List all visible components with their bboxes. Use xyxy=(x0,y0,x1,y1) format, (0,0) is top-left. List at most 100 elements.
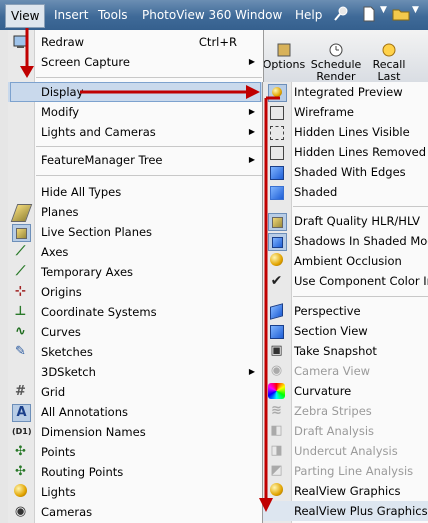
menu-item-label: Grid xyxy=(41,385,66,399)
recall-last-label: Recall Last xyxy=(372,58,406,83)
menu-item-label: Lights and Cameras xyxy=(41,125,156,139)
menu-help[interactable]: Help xyxy=(295,6,322,24)
open-folder-icon[interactable] xyxy=(392,5,410,23)
submenu-item-realview-plus-graphics[interactable]: RealView Plus Graphics xyxy=(263,501,428,521)
shortcut-label: Ctrl+R xyxy=(198,35,237,49)
new-dropdown-icon[interactable]: ▼ xyxy=(380,5,387,15)
redraw-icon xyxy=(13,35,28,48)
integrated-preview-icon xyxy=(268,84,287,102)
submenu-item-shaded-with-edges[interactable]: Shaded With Edges xyxy=(263,162,428,182)
planes-icon xyxy=(10,204,33,222)
snapshot-icon: ▣ xyxy=(270,343,283,358)
submenu-item-take-snapshot[interactable]: ▣ Take Snapshot xyxy=(263,341,428,361)
menu-item-label: Screen Capture xyxy=(41,55,130,69)
submenu-item-shadows[interactable]: Shadows In Shaded Mode xyxy=(263,231,428,251)
submenu-item-draft-analysis[interactable]: ◧ Draft Analysis xyxy=(263,421,428,441)
menu-item-label: All Annotations xyxy=(41,405,128,419)
menu-item-screen-capture[interactable]: Screen Capture ▶ xyxy=(8,52,263,72)
submenu-item-realview-graphics[interactable]: RealView Graphics xyxy=(263,481,428,501)
menu-separator xyxy=(36,175,262,176)
submenu-separator xyxy=(293,206,428,207)
schedule-render-label: Schedule Render xyxy=(310,58,362,83)
submenu-item-wireframe[interactable]: Wireframe xyxy=(263,102,428,122)
submenu-item-shaded[interactable]: Shaded xyxy=(263,182,428,202)
routing-points-icon: ✣ xyxy=(15,464,26,479)
submenu-item-label: Draft Quality HLR/HLV xyxy=(294,214,420,228)
submenu-item-undercut-analysis[interactable]: ◨ Undercut Analysis xyxy=(263,441,428,461)
menu-item-modify[interactable]: Modify ▶ xyxy=(8,102,263,122)
submenu-item-perspective[interactable]: Perspective xyxy=(263,301,428,321)
menu-item-label: Temporary Axes xyxy=(41,265,134,279)
menu-item-label: Points xyxy=(41,445,76,459)
menu-item-coordinate-systems[interactable]: ⊥ Coordinate Systems xyxy=(8,302,263,322)
schedule-render-button[interactable]: Schedule Render xyxy=(310,42,362,83)
options-button[interactable]: Options xyxy=(262,42,306,71)
wireframe-icon xyxy=(270,106,284,120)
submenu-item-hidden-lines-visible[interactable]: Hidden Lines Visible xyxy=(263,122,428,142)
menu-item-dimension-names[interactable]: (D1) Dimension Names xyxy=(8,422,263,442)
menu-photoview360[interactable]: PhotoView 360 xyxy=(142,6,231,24)
menu-item-display[interactable]: Display ▶ xyxy=(8,82,263,102)
recall-last-icon xyxy=(382,43,396,57)
submenu-item-label: Hidden Lines Visible xyxy=(294,125,410,139)
menu-item-featuremanager-tree[interactable]: FeatureManager Tree ▶ xyxy=(8,150,263,170)
submenu-arrow-icon: ▶ xyxy=(248,57,255,66)
menu-item-temporary-axes[interactable]: ⟋ Temporary Axes xyxy=(8,262,263,282)
menu-item-label: Dimension Names xyxy=(41,425,146,439)
menu-view[interactable]: View xyxy=(5,4,46,28)
menu-item-grid[interactable]: # Grid xyxy=(8,382,263,402)
realview-icon xyxy=(270,483,283,496)
menu-insert[interactable]: Insert xyxy=(54,6,88,24)
menu-item-label: Hide All Types xyxy=(41,185,122,199)
check-icon: ✔ xyxy=(270,273,283,289)
submenu-item-integrated-preview[interactable]: Integrated Preview xyxy=(263,82,428,102)
submenu-item-camera-view[interactable]: ◉ Camera View xyxy=(263,361,428,381)
menu-item-axes[interactable]: ⟋ Axes xyxy=(8,242,263,262)
menu-item-label: Redraw xyxy=(41,35,85,49)
submenu-arrow-icon: ▶ xyxy=(248,107,255,116)
submenu-item-draft-quality[interactable]: Draft Quality HLR/HLV xyxy=(263,211,428,231)
submenu-item-parting-line-analysis[interactable]: ◩ Parting Line Analysis xyxy=(263,461,428,481)
menu-item-origins[interactable]: ⊹ Origins xyxy=(8,282,263,302)
menu-window[interactable]: Window xyxy=(235,6,282,24)
menu-item-sketches[interactable]: ✎ Sketches xyxy=(8,342,263,362)
menu-item-label: 3DSketch xyxy=(41,365,96,379)
menu-item-points[interactable]: ✣ Points xyxy=(8,442,263,462)
menu-item-planes[interactable]: Planes xyxy=(8,202,263,222)
menu-item-label: Routing Points xyxy=(41,465,124,479)
pin-icon[interactable] xyxy=(332,5,350,23)
origins-icon: ⊹ xyxy=(15,284,26,299)
submenu-item-use-component-color[interactable]: ✔ Use Component Color In xyxy=(263,271,428,291)
menu-item-label: Cameras xyxy=(41,505,93,519)
submenu-item-label: Ambient Occlusion xyxy=(294,254,402,268)
menu-item-label: Planes xyxy=(41,205,79,219)
submenu-item-label: Curvature xyxy=(294,384,352,398)
menu-item-redraw[interactable]: Redraw Ctrl+R xyxy=(8,32,263,52)
menu-item-live-section-planes[interactable]: Live Section Planes xyxy=(8,222,263,242)
submenu-item-zebra-stripes[interactable]: ≋ Zebra Stripes xyxy=(263,401,428,421)
submenu-item-label: Undercut Analysis xyxy=(294,444,398,458)
menu-item-3dsketch[interactable]: 3DSketch ▶ xyxy=(8,362,263,382)
parting-line-icon: ◩ xyxy=(270,463,283,478)
menu-item-lights[interactable]: Lights xyxy=(8,482,263,502)
new-document-icon[interactable] xyxy=(360,5,378,23)
left-toolbar-strip xyxy=(0,30,8,523)
submenu-item-ambient-occlusion[interactable]: Ambient Occlusion xyxy=(263,251,428,271)
menu-item-curves[interactable]: ∿ Curves xyxy=(8,322,263,342)
menu-tools[interactable]: Tools xyxy=(98,6,128,24)
menu-item-label: Live Section Planes xyxy=(41,225,153,239)
recall-last-button[interactable]: Recall Last xyxy=(366,42,412,83)
open-dropdown-icon[interactable]: ▼ xyxy=(412,5,419,15)
zebra-icon: ≋ xyxy=(271,403,282,418)
menu-item-lights-cameras[interactable]: Lights and Cameras ▶ xyxy=(8,122,263,142)
menu-item-cameras[interactable]: ◉ Cameras xyxy=(8,502,263,522)
menu-item-hide-all-types[interactable]: Hide All Types xyxy=(8,182,263,202)
photoview-toolbar: Options Schedule Render Recall Last xyxy=(262,30,428,83)
menu-item-routing-points[interactable]: ✣ Routing Points xyxy=(8,462,263,482)
menu-item-all-annotations[interactable]: A All Annotations xyxy=(8,402,263,422)
submenu-item-section-view[interactable]: Section View xyxy=(263,321,428,341)
submenu-item-label: RealView Plus Graphics xyxy=(294,504,428,518)
menu-item-label: Display xyxy=(41,85,84,99)
submenu-item-hidden-lines-removed[interactable]: Hidden Lines Removed xyxy=(263,142,428,162)
submenu-item-curvature[interactable]: Curvature xyxy=(263,381,428,401)
